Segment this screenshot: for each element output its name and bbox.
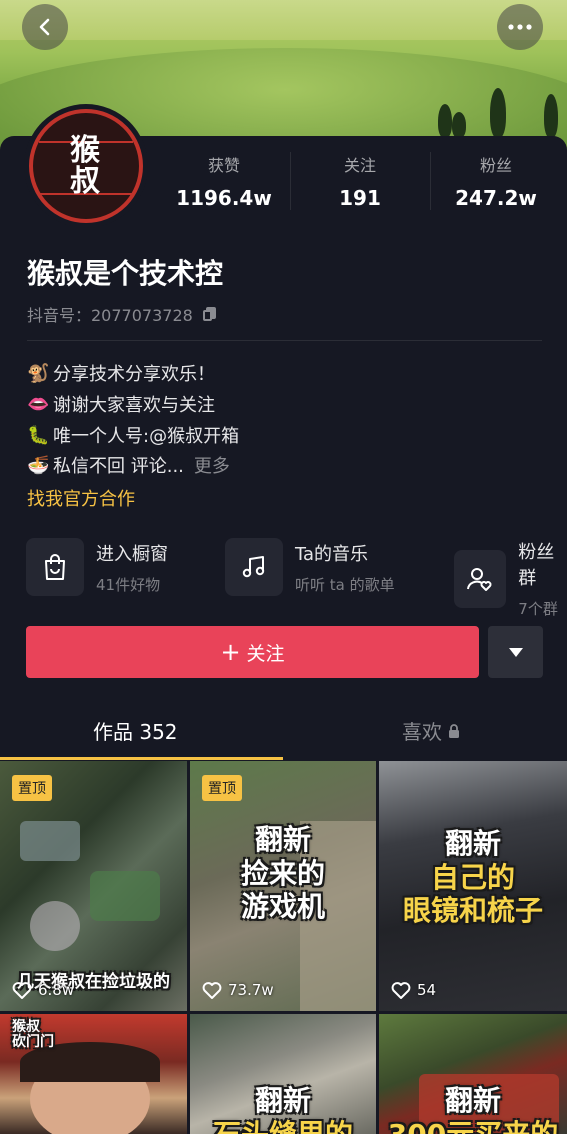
bio-text: 谢谢大家喜欢与关注: [53, 395, 215, 416]
profile-name: 猴叔是个技术控: [27, 257, 224, 290]
stat-following[interactable]: 关注 191: [302, 152, 418, 210]
card-title: Ta的音乐: [295, 543, 369, 565]
shopping-bag-icon: [45, 554, 65, 580]
video-tile[interactable]: 置顶 几天猴叔在捡垃圾的 6.8w: [0, 761, 187, 1011]
card-subtitle: 7个群: [518, 600, 558, 618]
card-title: 粉丝群: [518, 542, 555, 589]
heart-icon: [391, 982, 411, 999]
caret-down-icon: [508, 647, 523, 657]
bio-text: 唯一个人号:@猴叔开箱: [53, 426, 240, 447]
like-count: 54: [391, 981, 436, 999]
video-caption: 翻新: [254, 823, 311, 856]
like-count: 6.8w: [12, 981, 74, 999]
like-count-text: 54: [417, 981, 437, 999]
pinned-badge: 置顶: [12, 775, 52, 801]
video-caption: 捡来的: [240, 856, 325, 890]
tab-works[interactable]: 作品 352: [93, 716, 178, 745]
video-caption: 自己的: [430, 860, 515, 894]
video-caption: 眼镜和梳子: [402, 894, 543, 928]
video-caption: 翻新: [444, 1084, 501, 1117]
recommend-dropdown-button[interactable]: [488, 626, 543, 678]
follow-button[interactable]: + 关注: [26, 626, 479, 678]
video-caption: 砍门门: [12, 1034, 54, 1051]
caterpillar-emoji: 🐛: [27, 424, 50, 446]
stat-value: 191: [339, 186, 381, 210]
heart-icon: [12, 982, 32, 999]
tab-works-label: 作品 352: [93, 720, 178, 744]
music-note-icon: [242, 556, 265, 578]
more-dots-icon: [508, 24, 532, 30]
official-cooperation-link[interactable]: 找我官方合作: [27, 485, 135, 511]
bio-line[interactable]: 🍜 私信不回 评论... 更多: [27, 452, 230, 478]
avatar-text: 叔: [70, 164, 102, 199]
avatar[interactable]: 猴 叔: [24, 104, 148, 228]
more-button[interactable]: [497, 4, 543, 50]
heart-icon: [202, 982, 222, 999]
noodle-emoji: 🍜: [27, 454, 50, 476]
copy-icon[interactable]: [202, 307, 217, 321]
douyin-id-text: 抖音号：2077073728: [27, 306, 193, 325]
stat-followers[interactable]: 粉丝 247.2w: [438, 152, 554, 210]
tab-indicator: [0, 757, 283, 760]
stat-label: 粉丝: [479, 156, 512, 175]
video-caption: 石头缝里的: [190, 1118, 376, 1134]
video-tile[interactable]: 翻新 石头缝里的: [190, 1014, 376, 1134]
card-title: 进入橱窗: [96, 543, 168, 565]
avatar-text: 猴: [70, 132, 102, 168]
tab-likes-label: 喜欢: [402, 720, 442, 744]
bio-line: 👄 谢谢大家喜欢与关注: [27, 391, 215, 417]
video-caption: 翻新: [254, 1084, 311, 1117]
monkey-emoji: 🐒: [27, 362, 50, 384]
video-tile[interactable]: 翻新 自己的 眼镜和梳子 54: [379, 761, 567, 1011]
divider: [27, 340, 542, 341]
plus-icon: +: [220, 638, 241, 666]
video-caption: 翻新: [444, 827, 501, 860]
card-subtitle: 41件好物: [96, 575, 161, 594]
card-storefront[interactable]: 进入橱窗 41件好物: [26, 538, 168, 596]
video-tile[interactable]: 猴叔 砍门门: [0, 1014, 187, 1134]
fan-group-icon: [467, 567, 492, 591]
stat-value: 247.2w: [455, 186, 537, 210]
lips-emoji: 👄: [27, 393, 50, 415]
video-caption: 300元买来的: [379, 1118, 567, 1134]
douyin-id[interactable]: 抖音号：2077073728: [27, 302, 217, 326]
stat-value: 1196.4w: [176, 186, 272, 210]
pinned-badge: 置顶: [202, 775, 242, 801]
like-count-text: 73.7w: [228, 981, 274, 999]
follow-label: 关注: [246, 642, 285, 665]
tab-likes[interactable]: 喜欢: [402, 716, 460, 745]
bio-line: 🐛 唯一个人号:@猴叔开箱: [27, 422, 239, 448]
bio-text: 私信不回 评论...: [53, 456, 184, 477]
card-subtitle: 听听 ta 的歌单: [295, 575, 395, 594]
like-count-text: 6.8w: [38, 981, 75, 999]
bio-text: 分享技术分享欢乐！: [53, 364, 215, 385]
card-fan-group[interactable]: 粉丝群 7个群: [454, 538, 567, 619]
video-tile[interactable]: 翻新 300元买来的: [379, 1014, 567, 1134]
card-music[interactable]: Ta的音乐 听听 ta 的歌单: [225, 538, 395, 596]
stat-label: 获赞: [207, 156, 240, 175]
like-count: 73.7w: [202, 981, 274, 999]
video-caption: 游戏机: [240, 890, 325, 924]
bio-more-link[interactable]: 更多: [194, 452, 230, 478]
stat-likes[interactable]: 获赞 1196.4w: [166, 152, 282, 210]
bio-line: 🐒 分享技术分享欢乐！: [27, 360, 215, 386]
lock-icon: [449, 723, 459, 738]
stat-label: 关注: [343, 156, 376, 175]
back-button[interactable]: [22, 4, 68, 50]
back-arrow-icon: [39, 18, 50, 36]
video-tile[interactable]: 置顶 翻新 捡来的 游戏机 73.7w: [190, 761, 376, 1011]
